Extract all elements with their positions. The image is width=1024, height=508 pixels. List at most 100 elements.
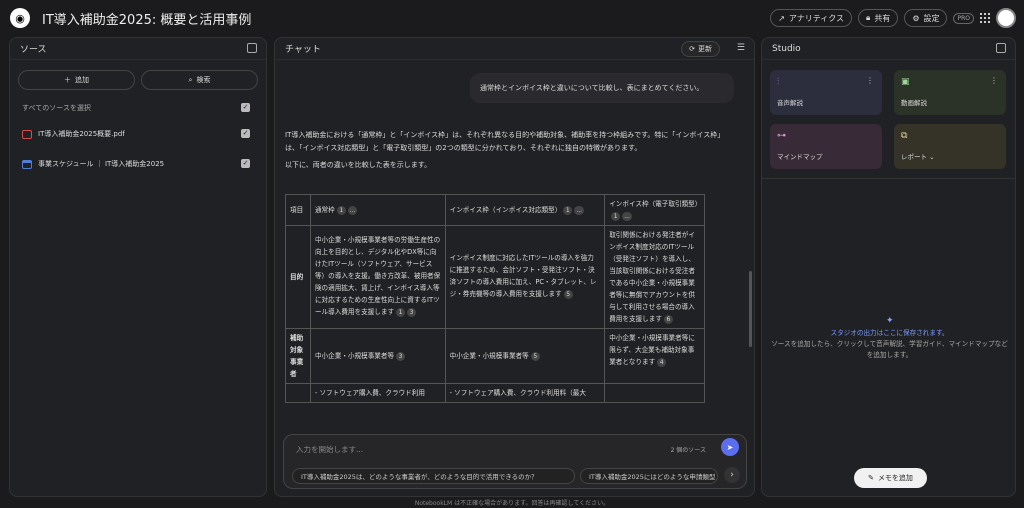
sources-panel: ソース ＋追加 ⌕ 検索 すべてのソースを選択 ✓ IT導入補助金2025概要.p…: [9, 37, 267, 497]
citation-more-badge[interactable]: ...: [347, 206, 358, 215]
top-bar: ◉ IT導入補助金2025: 概要と活用事例 ↗ アナリティクス 🔒︎ 共有 ⚙ 設定…: [0, 0, 1024, 36]
settings-button[interactable]: ⚙ 設定: [904, 9, 948, 27]
table-header-row: 項目 通常枠 1... インボイス枠（インボイス対応類型） 1... インボイス枠（…: [285, 194, 705, 226]
lock-icon: 🔒︎: [866, 13, 871, 22]
table-cell: インボイス制度に対応したITツールの導入を強力に推進するため、会計ソフト・受発注…: [444, 225, 606, 329]
table-header: インボイス枠（電子取引類型）1...: [604, 194, 705, 226]
suggestion-chip[interactable]: IT導入補助金2025にはどのような申請類型: [580, 468, 718, 484]
citation-badge[interactable]: 1: [396, 308, 406, 317]
citation-more-badge[interactable]: ...: [622, 212, 632, 221]
refresh-button[interactable]: ⟳ 更新: [681, 41, 720, 57]
refresh-icon: ⟳: [689, 45, 695, 53]
analytics-button[interactable]: ↗ アナリティクス: [770, 9, 853, 27]
pro-badge: PRO: [953, 12, 974, 24]
studio-panel: Studio ⫶ ⋮ 音声解説 ▣ ⋮ 動画解説 ⊶ マインドマップ ⧉ レポー…: [761, 37, 1016, 497]
report-tile[interactable]: ⧉ レポート ⌄: [894, 124, 1006, 169]
source-item[interactable]: IT導入補助金2025概要.pdf ✓: [22, 126, 254, 142]
citation-badge[interactable]: 6: [663, 315, 673, 324]
table-row: 目的 中小企業・小規模事業者等の労働生産性の向上を目的とし、デジタル化やDX等に…: [285, 225, 705, 329]
citation-badge[interactable]: 4: [657, 358, 667, 367]
magic-wand-icon: ✦: [886, 316, 894, 326]
more-vert-icon[interactable]: ⋮: [866, 76, 874, 85]
audio-wave-icon: ⫶: [777, 77, 780, 87]
studio-header: Studio: [762, 38, 1015, 60]
apps-grid-icon[interactable]: [980, 13, 990, 23]
top-actions: ↗ アナリティクス 🔒︎ 共有 ⚙ 設定 PRO: [770, 8, 1016, 28]
suggestion-chip[interactable]: IT導入補助金2025は、どのような事業者が、どのような目的で活用できるのか？: [292, 468, 575, 484]
answer-paragraph: IT導入補助金における「通常枠」と「インボイス枠」は、それぞれ異なる目的や補助対…: [285, 131, 725, 152]
video-overview-tile[interactable]: ▣ ⋮ 動画解説: [894, 70, 1006, 115]
chat-input-area: 入力を開始します... 2 個のソース ➤ IT導入補助金2025は、どのような…: [283, 434, 747, 489]
add-memo-button[interactable]: ✎ メモを追加: [854, 468, 927, 488]
row-label: [285, 383, 311, 403]
table-header: 通常枠 1...: [309, 194, 446, 226]
row-label: 目的: [285, 225, 311, 329]
row-label: 補助対象事業者: [285, 328, 311, 384]
gear-icon: ⚙: [912, 13, 920, 23]
source-actions: ＋追加 ⌕ 検索: [10, 60, 266, 90]
collapse-panel-icon[interactable]: [247, 43, 257, 53]
chat-header: チャット ⟳ 更新 ☰: [275, 38, 754, 60]
sources-header: ソース: [10, 38, 266, 60]
citation-badge[interactable]: 1: [563, 206, 573, 215]
disclaimer: NotebookLM は不正確な場合があります。回答は再確認してください。: [414, 500, 610, 507]
table-cell: 中小企業・小規模事業者等の労働生産性の向上を目的とし、デジタル化やDX等に向けた…: [309, 225, 446, 329]
select-all-row[interactable]: すべてのソースを選択 ✓: [22, 100, 254, 116]
table-cell: 取引関係における発注者がインボイス制度対応のITツール（受発注ソフト）を導入し、…: [604, 225, 705, 329]
table-cell: 中小企業・小規模事業者等に限らず、大企業も補助対象事業者となります 4: [604, 328, 705, 384]
select-all-checkbox[interactable]: ✓: [241, 103, 250, 112]
divider: [762, 178, 1015, 179]
table-header: インボイス枠（インボイス対応類型） 1...: [444, 194, 606, 226]
citation-badge[interactable]: 3: [396, 352, 406, 361]
collapse-panel-icon[interactable]: [996, 43, 1006, 53]
audio-overview-tile[interactable]: ⫶ ⋮ 音声解説: [770, 70, 882, 115]
source-item[interactable]: 事業スケジュール ｜ IT導入補助金2025 ✓: [22, 156, 254, 172]
table-cell: 中小企業・小規模事業者等 3: [309, 328, 446, 384]
source-count: 2 個のソース: [670, 447, 706, 454]
table-cell: [604, 383, 705, 403]
chevron-right-icon[interactable]: ›: [724, 467, 740, 483]
search-icon: ⌕: [188, 75, 193, 84]
table-cell: - ソフトウェア購入費、クラウド利用: [309, 383, 446, 403]
table-row: 補助対象事業者 中小企業・小規模事業者等 3 中小企業・小規模事業者等 5 中小企業…: [285, 328, 705, 384]
notebook-title[interactable]: IT導入補助金2025: 概要と活用事例: [42, 9, 251, 28]
citation-badge[interactable]: 1: [336, 206, 346, 215]
add-source-button[interactable]: ＋追加: [18, 70, 135, 90]
send-icon: ➤: [726, 442, 734, 452]
note-icon: ✎: [868, 474, 874, 482]
table-row: - ソフトウェア購入費、クラウド利用 - ソフトウェア購入費、クラウド利用料（最…: [285, 383, 705, 403]
share-button[interactable]: 🔒︎ 共有: [858, 9, 899, 27]
more-vert-icon[interactable]: ⋮: [990, 76, 998, 85]
answer-paragraph: 以下に、両者の違いを比較した表を示します。: [285, 161, 432, 169]
assistant-answer: IT導入補助金における「通常枠」と「インボイス枠」は、それぞれ異なる目的や補助対…: [285, 129, 725, 177]
chat-panel: チャット ⟳ 更新 ☰ 通常枠とインボイス枠と違いについて比較し、表にまとめてくだ…: [274, 37, 755, 497]
web-page-icon: [22, 159, 32, 169]
notebooklm-logo-icon[interactable]: ◉: [10, 8, 30, 28]
plus-icon: ＋: [64, 76, 71, 84]
trend-icon: ↗: [778, 13, 785, 23]
table-header: 項目: [285, 194, 311, 226]
citation-badge[interactable]: 1: [611, 212, 621, 221]
source-checkbox[interactable]: ✓: [241, 129, 250, 138]
citation-more-badge[interactable]: ...: [574, 206, 585, 215]
citation-badge[interactable]: 5: [563, 290, 573, 299]
chat-scrollbar[interactable]: [749, 271, 752, 347]
chevron-down-icon: ⌄: [929, 153, 935, 161]
chat-input[interactable]: 入力を開始します...: [296, 444, 363, 455]
pdf-icon: [22, 129, 32, 139]
source-checkbox[interactable]: ✓: [241, 159, 250, 168]
citation-badge[interactable]: 5: [530, 352, 540, 361]
user-message: 通常枠とインボイス枠と違いについて比較し、表にまとめてください。: [470, 73, 734, 103]
search-source-button[interactable]: ⌕ 検索: [141, 70, 258, 90]
tune-icon[interactable]: ☰: [737, 43, 745, 53]
studio-empty-state: スタジオの出力はここに保存されます。 ソースを追加したら、クリックして音声解説、…: [771, 329, 1008, 359]
video-icon: ▣: [901, 77, 910, 87]
table-cell: - ソフトウェア購入費、クラウド利用料（最大: [444, 383, 606, 403]
avatar[interactable]: [996, 8, 1016, 28]
mind-map-icon: ⊶: [777, 131, 786, 141]
mind-map-tile[interactable]: ⊶ マインドマップ: [770, 124, 882, 169]
comparison-table: 項目 通常枠 1... インボイス枠（インボイス対応類型） 1... インボイス枠（…: [285, 194, 705, 403]
send-button[interactable]: ➤: [721, 438, 739, 456]
report-icon: ⧉: [901, 131, 908, 141]
citation-badge[interactable]: 3: [407, 308, 417, 317]
